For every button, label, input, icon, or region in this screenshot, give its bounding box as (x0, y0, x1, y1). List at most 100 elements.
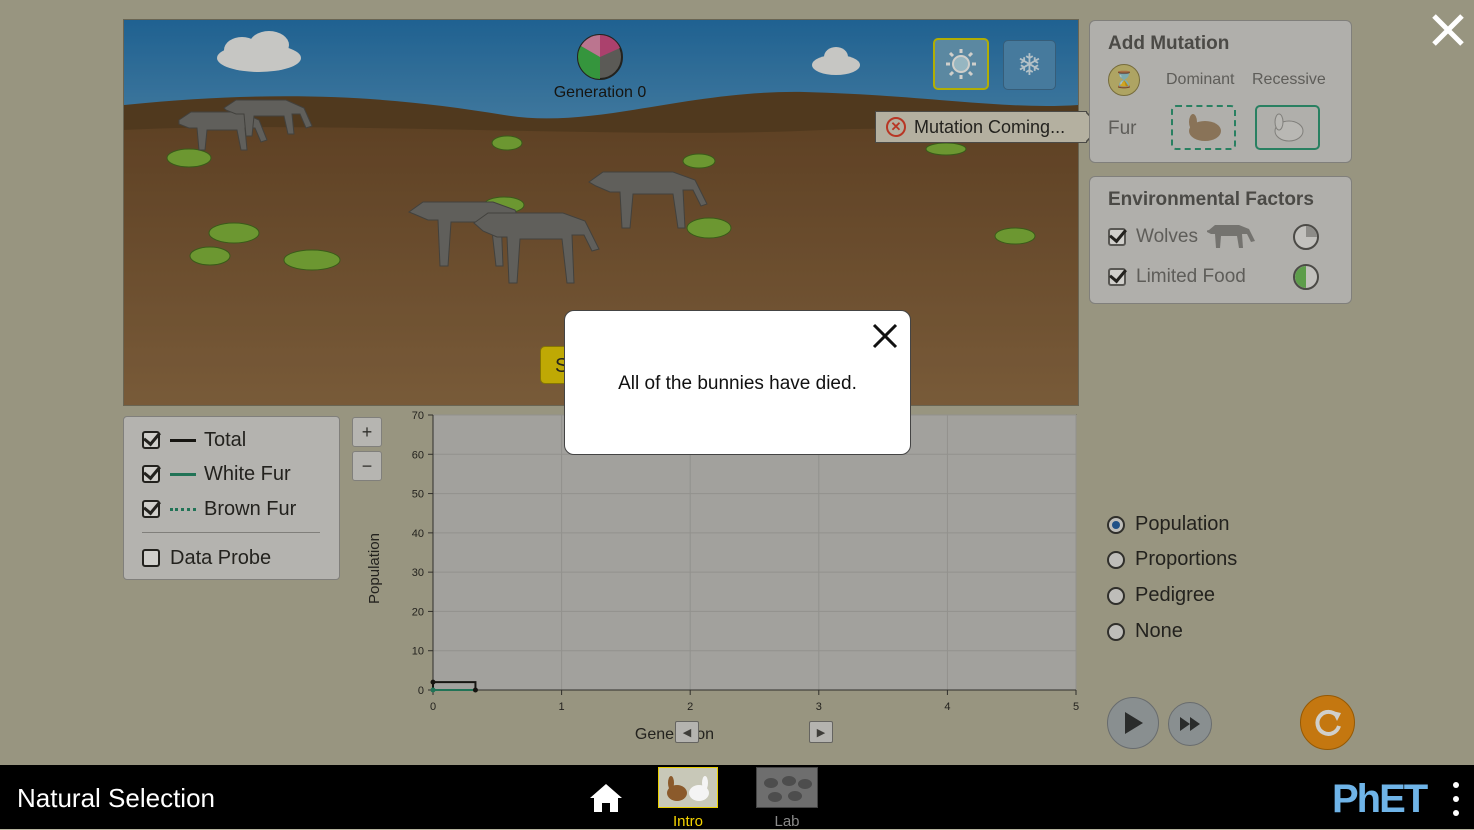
y-tick-label: 40 (412, 528, 424, 540)
data-point (472, 687, 478, 693)
legend-label-brown-fur: Brown Fur (204, 497, 297, 520)
radio-pedigree-label: Pedigree (1135, 584, 1216, 606)
legend-label-total: Total (204, 428, 247, 451)
phet-menu-button[interactable] (1450, 782, 1462, 816)
radio-pedigree-dot[interactable] (1107, 586, 1125, 605)
play-button[interactable] (1107, 697, 1159, 749)
lab-bunnies-icon (764, 775, 812, 802)
x-tick-label: 3 (816, 701, 822, 713)
add-mutation-title: Add Mutation (1108, 33, 1230, 54)
limited-food-checkbox-row[interactable]: Limited Food (1108, 266, 1246, 288)
white-fur-line-swatch (170, 472, 196, 476)
snowflake-icon: ❄ (1016, 48, 1043, 82)
intro-thumbnail (658, 767, 718, 808)
y-tick-label: 30 (412, 567, 424, 579)
tab-lab[interactable]: Lab (756, 767, 818, 830)
x-tick-label: 5 (1073, 701, 1079, 713)
bunnies-died-dialog: All of the bunnies have died. (564, 310, 911, 455)
white-bunny-icon (1274, 113, 1303, 141)
sun-icon (946, 49, 976, 79)
brown-fur-line-swatch (170, 507, 196, 511)
environmental-factors-panel: Environmental Factors Wolves Limited Foo… (1089, 176, 1352, 304)
brown-fur-checkbox[interactable] (142, 500, 160, 518)
wolf-icon (1207, 225, 1255, 248)
wolves-checkbox-row[interactable]: Wolves (1108, 226, 1198, 248)
app-title: Natural Selection (17, 783, 215, 813)
total-checkbox[interactable] (142, 431, 160, 449)
data-probe-row[interactable]: Data Probe (142, 545, 271, 571)
x-tick-label: 2 (687, 701, 693, 713)
arrow-left-icon: ◀ (682, 726, 692, 739)
menu-dot-icon (1453, 810, 1459, 816)
radio-pedigree[interactable]: Pedigree (1107, 584, 1215, 607)
equator-environment-button[interactable] (933, 38, 989, 90)
scroll-right-button[interactable]: ▶ (809, 721, 833, 743)
phet-logo[interactable]: PhET (1332, 777, 1428, 822)
radio-proportions-dot[interactable] (1107, 550, 1125, 569)
radio-proportions-label: Proportions (1135, 548, 1238, 570)
radio-proportions[interactable]: Proportions (1107, 548, 1237, 571)
radio-population-label: Population (1135, 513, 1230, 535)
data-point (430, 679, 436, 685)
navigation-bar (0, 765, 1474, 829)
y-tick-label: 50 (412, 489, 424, 501)
lab-thumbnail (756, 767, 818, 808)
limited-food-label: Limited Food (1136, 266, 1246, 287)
x-tick-label: 1 (559, 701, 565, 713)
radio-population-dot[interactable] (1107, 515, 1125, 534)
cancel-mutation-icon[interactable]: ✕ (886, 117, 906, 137)
wolves-checkbox[interactable] (1108, 228, 1126, 246)
graph-legend-panel: Total White Fur Brown Fur Data Probe (123, 416, 340, 580)
legend-item-brown-fur[interactable]: Brown Fur (142, 496, 296, 522)
hourglass-icon: ⌛ (1108, 64, 1140, 96)
white-fur-checkbox[interactable] (142, 465, 160, 483)
y-tick-label: 0 (418, 685, 424, 697)
total-line-swatch (170, 438, 196, 442)
scroll-left-button[interactable]: ◀ (675, 721, 699, 743)
population-graph: 012345010203040506070GenerationPopulatio… (366, 410, 1079, 743)
mutation-coming-indicator: ✕ Mutation Coming... (875, 111, 1087, 143)
data-probe-label: Data Probe (170, 546, 272, 569)
wolves-pie-icon (1293, 224, 1319, 250)
tab-intro[interactable]: Intro (658, 767, 718, 830)
fur-recessive-button[interactable] (1255, 105, 1320, 150)
home-button[interactable] (587, 781, 625, 815)
legend-item-total[interactable]: Total (142, 427, 246, 453)
close-icon (1432, 14, 1464, 46)
reset-all-button[interactable] (1300, 695, 1355, 750)
add-mutation-panel: Add Mutation ⌛ Dominant Recessive Fur (1089, 20, 1352, 163)
arctic-environment-button[interactable]: ❄ (1003, 40, 1056, 90)
dialog-close-button[interactable] (870, 321, 900, 351)
fast-forward-button[interactable] (1168, 702, 1212, 746)
y-tick-label: 60 (412, 449, 424, 461)
generation-label: Generation 0 (553, 84, 647, 101)
dialog-message: All of the bunnies have died. (618, 373, 857, 394)
generation-pie-icon (577, 34, 623, 80)
x-tick-label: 4 (944, 701, 950, 713)
close-screen-button[interactable] (1428, 10, 1468, 50)
fur-dominant-button[interactable] (1171, 105, 1236, 150)
menu-dot-icon (1453, 782, 1459, 788)
wolves-label: Wolves (1136, 226, 1198, 247)
recessive-column-label: Recessive (1252, 71, 1326, 88)
brown-bunny-icon (1188, 113, 1221, 141)
data-point (430, 687, 436, 693)
food-pie-icon (1293, 264, 1319, 290)
legend-divider (142, 532, 320, 533)
environmental-factors-title: Environmental Factors (1108, 189, 1314, 210)
close-icon (872, 323, 898, 349)
data-probe-checkbox[interactable] (142, 549, 160, 567)
radio-none-dot[interactable] (1107, 622, 1125, 641)
legend-item-white-fur[interactable]: White Fur (142, 461, 291, 487)
radio-population[interactable]: Population (1107, 513, 1230, 536)
y-tick-label: 20 (412, 606, 424, 618)
arrow-right-icon: ▶ (816, 726, 826, 739)
limited-food-checkbox[interactable] (1108, 268, 1126, 286)
x-tick-label: 0 (430, 701, 436, 713)
y-tick-label: 10 (412, 646, 424, 658)
dominant-column-label: Dominant (1166, 71, 1235, 88)
fur-row-label: Fur (1108, 118, 1137, 139)
home-icon (590, 784, 622, 812)
radio-none[interactable]: None (1107, 620, 1183, 643)
y-axis-label: Population (366, 533, 383, 604)
